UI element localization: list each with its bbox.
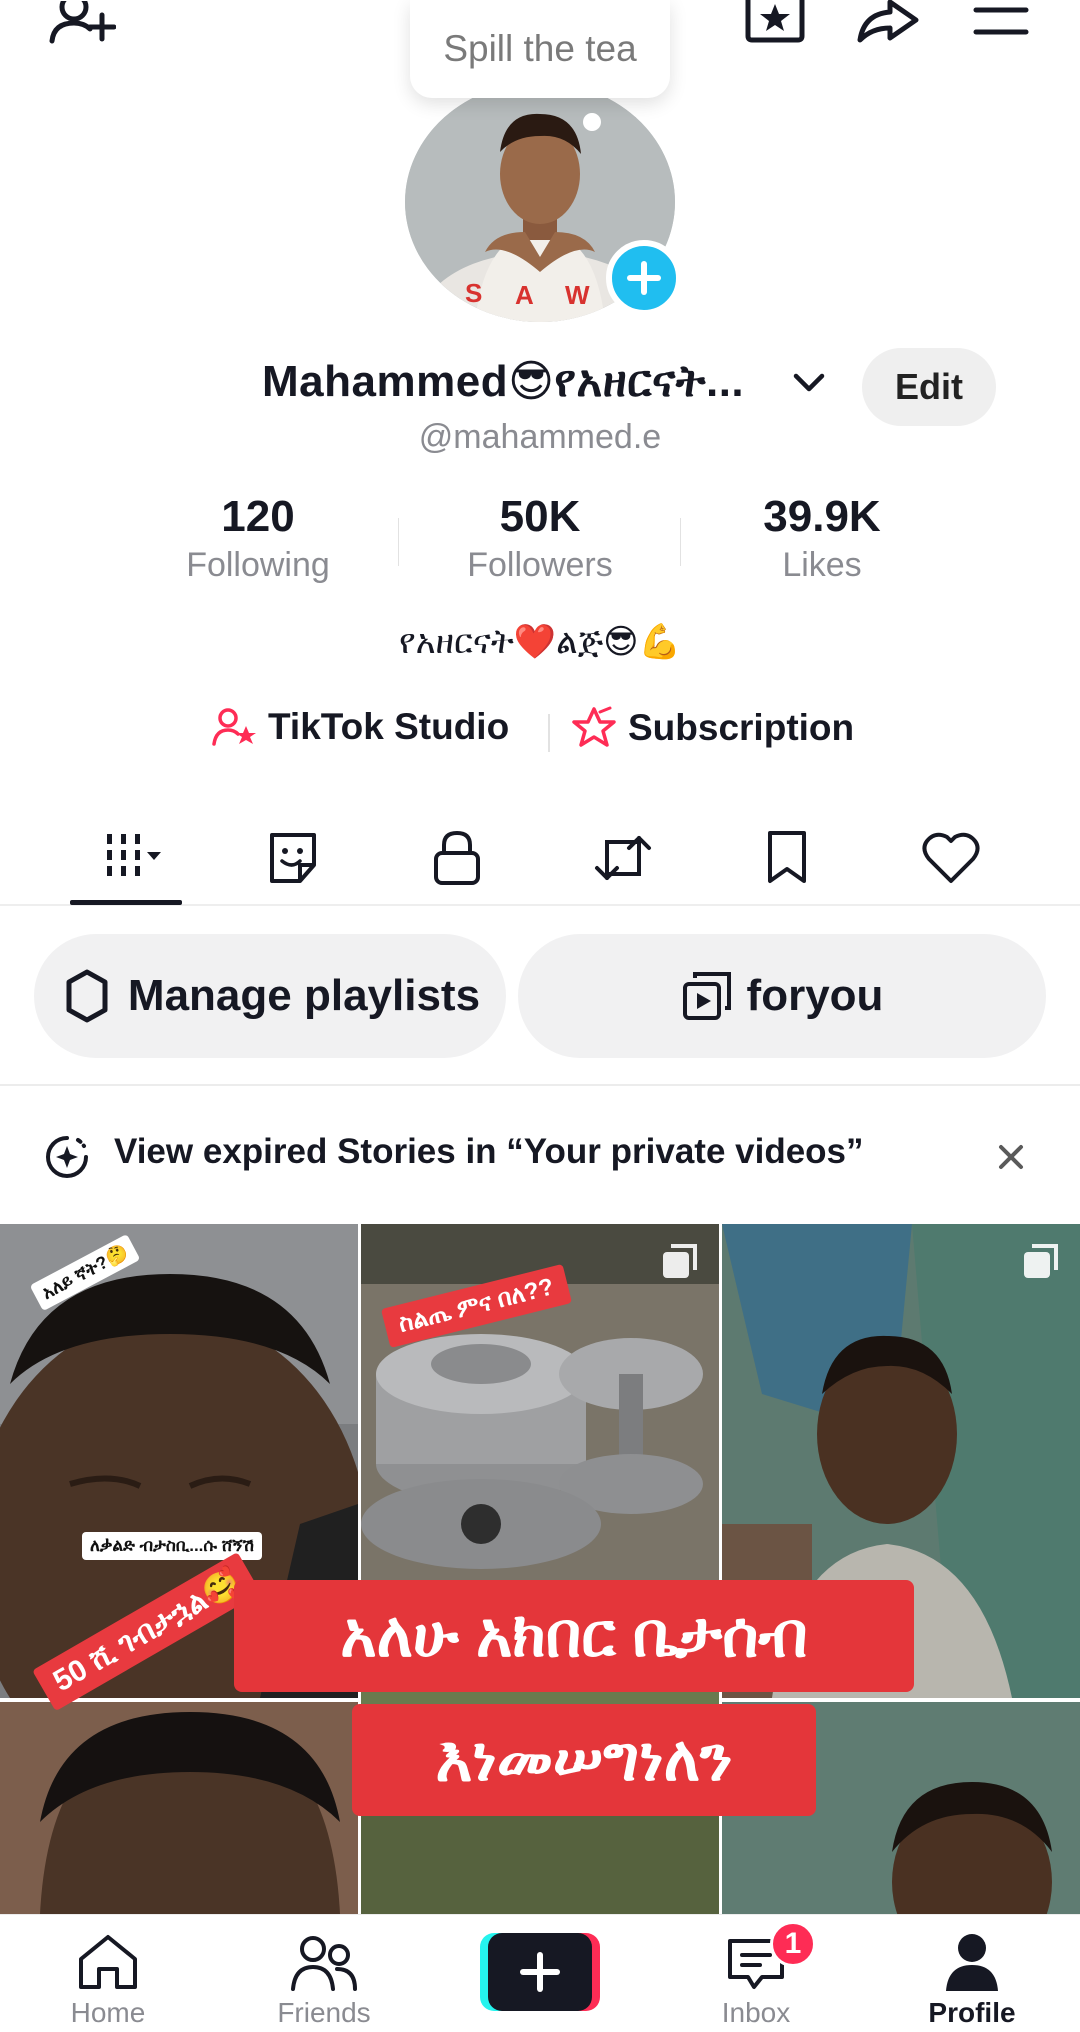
tab-reposts[interactable]: [568, 812, 678, 904]
playlist-foryou[interactable]: foryou: [518, 934, 1046, 1058]
playlist-row: Manage playlists foryou: [0, 934, 1080, 1060]
tiktok-studio-link[interactable]: TikTok Studio: [212, 706, 509, 748]
nav-label: Home: [70, 1997, 146, 2028]
nav-friends[interactable]: Friends: [234, 1915, 414, 2032]
stat-label: Likes: [782, 546, 862, 584]
multi-photo-icon: [1024, 1244, 1058, 1278]
repost-icon: [595, 836, 651, 880]
thought-bubble[interactable]: Spill the tea: [410, 0, 670, 98]
share-icon: [857, 0, 919, 43]
create-button[interactable]: [480, 1933, 600, 2011]
stat-following[interactable]: 120 Following: [118, 492, 398, 585]
subscription-label: Subscription: [628, 707, 855, 748]
content-tabs: [0, 812, 1080, 906]
video-thumbnail: [0, 1702, 358, 1914]
svg-text:S: S: [465, 278, 482, 308]
stat-followers[interactable]: 50K Followers: [400, 492, 680, 585]
close-icon[interactable]: [996, 1142, 1026, 1172]
subscription-link[interactable]: Subscription: [570, 706, 854, 750]
banner-line1: አለሁ አክበር ቤታሰብ: [340, 1601, 808, 1670]
stat-value: 120: [221, 492, 295, 541]
thank-you-banner: አለሁ አክበር ቤታሰብ: [234, 1580, 914, 1692]
add-friend-icon: [49, 1, 116, 44]
share-button[interactable]: [852, 0, 922, 44]
stat-label: Followers: [467, 546, 613, 584]
svg-text:A: A: [515, 280, 534, 310]
svg-text:W: W: [565, 280, 590, 310]
tab-private[interactable]: [402, 812, 512, 904]
nav-label: Inbox: [721, 1997, 791, 2028]
nav-label: Friends: [277, 1997, 371, 2028]
tab-saved[interactable]: [732, 812, 842, 904]
plus-icon: [627, 261, 661, 295]
name-row: Mahammed😎የአዘርናት... Edit: [0, 348, 1080, 426]
nav-label: Profile: [928, 1997, 1016, 2028]
star-calendar-icon: [745, 0, 805, 43]
nav-inbox[interactable]: Inbox: [666, 1915, 846, 2032]
sticker-face-icon: [270, 833, 316, 883]
stat-divider: [398, 518, 399, 566]
expired-stories-notice[interactable]: View expired Stories in “Your private vi…: [0, 1122, 1080, 1182]
edit-profile-button[interactable]: Edit: [862, 348, 996, 426]
bottom-nav: Home Friends Inbox 1 Profile: [0, 1914, 1080, 2032]
links-divider: [548, 714, 550, 752]
bubble-dots: [583, 113, 601, 131]
studio-label: TikTok Studio: [268, 706, 510, 747]
profile-icon: [946, 1934, 998, 1991]
manage-playlists-button[interactable]: Manage playlists: [34, 934, 506, 1058]
gear-icon: [66, 969, 108, 1023]
tab-favorites[interactable]: [238, 812, 348, 904]
tab-videos[interactable]: [72, 812, 182, 904]
lock-icon: [434, 830, 480, 885]
stat-divider: [680, 518, 681, 566]
inbox-badge: 1: [770, 1921, 816, 1967]
create-plus-icon: [480, 1933, 600, 2011]
profile-links: TikTok Studio Subscription: [0, 702, 1080, 762]
stat-label: Following: [186, 546, 330, 584]
story-sparkle-icon: [46, 1136, 88, 1178]
nav-profile[interactable]: Profile: [882, 1915, 1062, 2032]
nav-home[interactable]: Home: [18, 1915, 198, 2032]
subscription-star-icon: [572, 706, 616, 747]
edit-label: Edit: [895, 366, 963, 407]
stat-likes[interactable]: 39.9K Likes: [682, 492, 962, 585]
menu-icon: [973, 7, 1029, 35]
playlist-foryou-label: foryou: [746, 971, 884, 1020]
thought-bubble-text: Spill the tea: [443, 28, 637, 69]
friends-icon: [291, 1936, 357, 1991]
playlist-icon: [682, 972, 731, 1020]
display-name[interactable]: Mahammed😎የአዘርናት...: [262, 356, 744, 407]
add-story-button[interactable]: [606, 240, 682, 316]
stat-value: 39.9K: [763, 492, 881, 541]
banner-line2: እነመሠግነለን: [435, 1725, 733, 1794]
studio-icon: [212, 708, 256, 746]
tab-liked[interactable]: [896, 812, 1006, 904]
heart-icon: [922, 832, 980, 883]
grid-dropdown-icon: [107, 834, 161, 876]
chevron-down-icon[interactable]: [792, 368, 826, 396]
active-tab-indicator: [70, 900, 182, 905]
video-grid: አለይ ኛት?🤔 ለቃልድ ብታስቢ...ሱ ሸኝሽ ስልጤ ምና በለ?? 5…: [0, 1224, 1080, 1914]
manage-playlists-label: Manage playlists: [127, 971, 481, 1020]
username-handle: @mahammed.e: [418, 418, 662, 456]
notice-text: View expired Stories in “Your private vi…: [114, 1132, 864, 1171]
multi-photo-icon: [663, 1244, 697, 1278]
add-friend-button[interactable]: [40, 0, 120, 50]
menu-button[interactable]: [970, 0, 1032, 44]
divider: [0, 1084, 1080, 1086]
bookmark-icon: [768, 831, 806, 883]
profile-bio: የአዘርናት❤️ልጅ😎💪: [399, 623, 681, 661]
video-tile[interactable]: [0, 1702, 358, 1914]
stat-value: 50K: [499, 492, 581, 541]
star-calendar-button[interactable]: [742, 0, 808, 44]
video-tile[interactable]: ስልጤ ምና በለ??: [361, 1224, 719, 1586]
thank-you-banner-2: እነመሠግነለን: [352, 1704, 816, 1816]
home-icon: [79, 1935, 137, 1989]
